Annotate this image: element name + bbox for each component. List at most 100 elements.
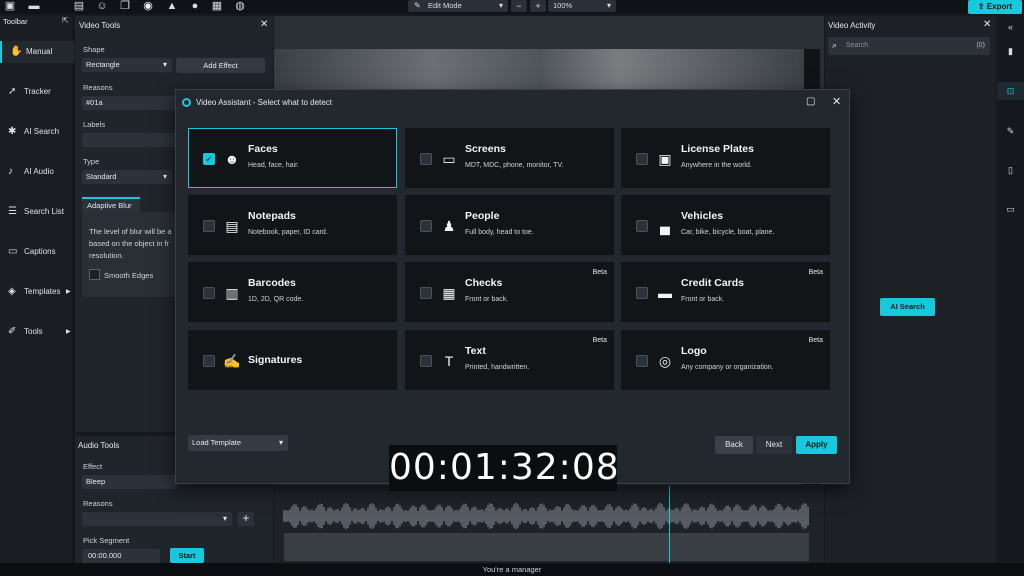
- reasons-field[interactable]: #01a: [82, 96, 177, 110]
- detect-option-barcodes[interactable]: ▥ Barcodes 1D, 2D, QR code.: [188, 262, 397, 322]
- pencil-icon: ✎: [414, 1, 421, 10]
- zoom-in-button[interactable]: +: [530, 0, 546, 12]
- detect-option-screens[interactable]: ▭ Screens MDT, MDC, phone, monitor, TV.: [405, 128, 614, 188]
- tab-adaptive-blur[interactable]: Adaptive Blur: [82, 197, 140, 212]
- toolbar-item-tools[interactable]: ✐ Tools ▶: [0, 321, 74, 343]
- person-icon[interactable]: ☺: [95, 0, 109, 12]
- toolbar-item-search-list[interactable]: ☰ Search List: [0, 201, 74, 223]
- toolbar-item-manual[interactable]: ✋ Manual: [0, 41, 74, 63]
- toolbar-item-ai-audio[interactable]: ♪ AI Audio: [0, 161, 74, 183]
- ai-search-button[interactable]: AI Search: [880, 298, 935, 316]
- beta-badge: Beta: [808, 269, 823, 276]
- brush-icon[interactable]: ✎: [997, 122, 1024, 140]
- add-reason-button[interactable]: +: [238, 512, 254, 526]
- apply-button[interactable]: Apply: [796, 436, 837, 454]
- option-title: Checks: [465, 277, 503, 289]
- option-title: Screens: [465, 143, 506, 155]
- smooth-edges-label: Smooth Edges: [104, 271, 154, 280]
- export-button[interactable]: ⇪ Export: [968, 0, 1022, 14]
- text-icon: T: [444, 353, 454, 369]
- dialog-title: Video Assistant - Select what to detect: [196, 98, 332, 107]
- toolbar-item-ai-search[interactable]: ✱ AI Search: [0, 121, 74, 143]
- shape-select[interactable]: Rectangle: [82, 58, 172, 72]
- detect-option-vehicles[interactable]: ▄ Vehicles Car, bike, bicycle, boat, plane…: [621, 195, 830, 255]
- ai-detect-icon[interactable]: ⊡: [997, 82, 1024, 100]
- add-effect-button[interactable]: Add Effect: [176, 58, 265, 73]
- option-checkbox[interactable]: [420, 355, 432, 367]
- close-icon[interactable]: ✕: [983, 19, 991, 30]
- option-subtitle: Front or back.: [681, 296, 725, 303]
- segment-time-input[interactable]: 00:00.000: [82, 549, 160, 563]
- option-checkbox[interactable]: [636, 220, 648, 232]
- info-icon[interactable]: ●: [188, 0, 202, 12]
- pin-icon[interactable]: ⇱: [62, 16, 69, 25]
- option-checkbox[interactable]: [636, 153, 648, 165]
- frames-icon[interactable]: ▮: [997, 42, 1024, 60]
- chat-icon[interactable]: ◍: [233, 0, 247, 12]
- signature-icon: ✍: [223, 353, 241, 369]
- top-toolbar: ▣ ▬ ▤ ☺ ❐ ◉ ▲ ● ▦ ◍ ✎ Edit Mode − + 100%…: [0, 0, 1024, 14]
- new-file-icon[interactable]: ▣: [3, 0, 17, 12]
- save-icon[interactable]: ▤: [72, 0, 86, 12]
- search-input[interactable]: ⌕ Search (0): [828, 37, 990, 55]
- maximize-icon[interactable]: ▢: [806, 96, 815, 107]
- playhead[interactable]: [669, 486, 670, 563]
- option-checkbox[interactable]: [203, 220, 215, 232]
- reasons-label: Reasons: [83, 499, 113, 508]
- option-checkbox[interactable]: [203, 287, 215, 299]
- copy-icon[interactable]: ❐: [118, 0, 132, 12]
- toolbar-item-captions[interactable]: ▭ Captions: [0, 241, 74, 263]
- option-checkbox[interactable]: [636, 355, 648, 367]
- detect-option-signatures[interactable]: ✍ Signatures: [188, 330, 397, 390]
- type-select[interactable]: Standard: [82, 170, 172, 184]
- detect-option-faces[interactable]: ✓ ☻ Faces Head, face, hair.: [188, 128, 397, 188]
- mode-select[interactable]: ✎ Edit Mode: [408, 0, 508, 12]
- waveform-path: [283, 503, 809, 529]
- start-button[interactable]: Start: [170, 548, 204, 563]
- detect-option-notepads[interactable]: ▤ Notepads Notebook, paper, ID card.: [188, 195, 397, 255]
- close-icon[interactable]: ✕: [260, 19, 268, 30]
- option-checkbox[interactable]: [420, 153, 432, 165]
- detect-option-credit-cards[interactable]: ▬ Credit Cards Front or back. Beta: [621, 262, 830, 322]
- timecode-display: 00:01:32:08: [389, 445, 619, 491]
- toolbar-item-tracker[interactable]: ➚ Tracker: [0, 81, 74, 103]
- car-icon: ▄: [660, 218, 670, 234]
- next-button[interactable]: Next: [756, 436, 792, 454]
- detect-option-license-plates[interactable]: ▣ License Plates Anywhere in the world.: [621, 128, 830, 188]
- audio-waveform[interactable]: [274, 486, 824, 563]
- close-icon[interactable]: ✕: [832, 95, 841, 108]
- option-checkbox[interactable]: [203, 355, 215, 367]
- zoom-out-button[interactable]: −: [511, 0, 527, 12]
- option-subtitle: Car, bike, bicycle, boat, plane.: [681, 229, 775, 236]
- toolbar-item-templates[interactable]: ◈ Templates ▶: [0, 281, 74, 303]
- list-icon: ☰: [8, 206, 17, 217]
- audio-reasons-select[interactable]: [82, 512, 232, 526]
- zoom-select[interactable]: 100%: [548, 0, 616, 12]
- record-icon[interactable]: ◉: [141, 0, 155, 12]
- calendar-icon[interactable]: ▦: [210, 0, 224, 12]
- captions-icon[interactable]: ▭: [997, 200, 1024, 218]
- option-checkbox[interactable]: [420, 220, 432, 232]
- option-checkbox[interactable]: [420, 287, 432, 299]
- load-template-select[interactable]: Load Template: [188, 435, 288, 451]
- option-checkbox[interactable]: ✓: [203, 153, 215, 165]
- open-folder-icon[interactable]: ▬: [27, 0, 41, 12]
- labels-field[interactable]: [82, 133, 177, 147]
- audio-file-icon[interactable]: ▯: [997, 161, 1024, 179]
- collapse-icon[interactable]: «: [997, 18, 1024, 36]
- option-checkbox[interactable]: [636, 287, 648, 299]
- effect-select[interactable]: Bleep: [82, 475, 177, 489]
- option-subtitle: Any company or organization.: [681, 364, 774, 371]
- detect-option-checks[interactable]: ▦ Checks Front or back. Beta: [405, 262, 614, 322]
- smooth-edges-checkbox[interactable]: [89, 269, 100, 280]
- option-subtitle: Head, face, hair.: [248, 162, 299, 169]
- detect-option-text[interactable]: T Text Printed, handwritten. Beta: [405, 330, 614, 390]
- beta-badge: Beta: [592, 269, 607, 276]
- layers-icon: ◈: [8, 286, 16, 297]
- warning-icon[interactable]: ▲: [165, 0, 179, 12]
- video-tools-title: Video Tools: [79, 21, 121, 30]
- back-button[interactable]: Back: [715, 436, 753, 454]
- blur-description-3: resolution.: [89, 251, 124, 260]
- detect-option-logo[interactable]: ◎ Logo Any company or organization. Beta: [621, 330, 830, 390]
- detect-option-people[interactable]: ♟ People Full body, head to toe.: [405, 195, 614, 255]
